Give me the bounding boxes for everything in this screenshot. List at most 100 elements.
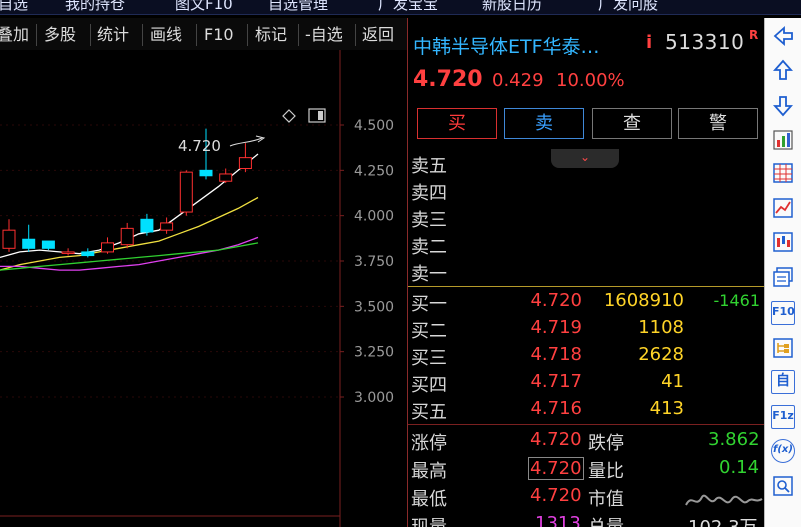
last-price: 4.720 xyxy=(413,67,483,92)
alert-button[interactable]: 警 xyxy=(678,108,758,139)
menu-ipo-calendar[interactable]: 新股日历 xyxy=(482,0,542,14)
kline-chart[interactable]: 4.500 4.250 4.000 3.750 3.500 3.250 3.000 4.72… xyxy=(0,50,407,527)
info-icon[interactable]: i xyxy=(646,32,652,53)
limit-up-value: 4.720 xyxy=(530,429,582,450)
high-label: 最高 xyxy=(411,461,447,482)
bid-volume: 1108 xyxy=(638,317,684,338)
candle[interactable] xyxy=(2,219,16,252)
sell-button[interactable]: 卖 xyxy=(504,108,584,139)
limit-down-label: 跌停 xyxy=(588,433,624,454)
query-button[interactable]: 查 xyxy=(592,108,672,139)
f10-alt-icon[interactable]: F1z xyxy=(771,405,795,429)
toolbar-back-button[interactable]: 返回 xyxy=(362,22,394,48)
menu-ask[interactable]: 广发问股 xyxy=(598,0,658,14)
bid-volume-change: -1461 xyxy=(713,291,761,310)
arrow-left-icon[interactable] xyxy=(771,24,795,48)
self-select-icon[interactable]: 自 xyxy=(771,370,795,394)
chart-bars-icon[interactable] xyxy=(771,128,795,152)
y-tick-label: 3.750 xyxy=(354,254,394,270)
y-tick-label: 4.000 xyxy=(354,209,394,225)
bid-price: 4.717 xyxy=(530,371,582,392)
bid-price: 4.716 xyxy=(530,398,582,419)
candle[interactable] xyxy=(101,237,114,254)
candle[interactable] xyxy=(41,240,55,251)
ask-row-2: 卖二 xyxy=(408,231,764,258)
f10-icon[interactable]: F10 xyxy=(771,301,795,325)
y-tick-label: 3.000 xyxy=(354,390,394,406)
menu-self-select[interactable]: 自选 xyxy=(0,0,28,14)
diamond-icon[interactable] xyxy=(282,109,296,123)
toolbar-overlay-button[interactable]: 叠加 xyxy=(0,22,29,48)
y-tick-label: 4.500 xyxy=(354,118,394,134)
toolbar-stats-button[interactable]: 统计 xyxy=(97,22,129,48)
candle-body xyxy=(2,229,16,249)
bid-volume: 2628 xyxy=(638,344,684,365)
toolbar-remove-self-button[interactable]: -自选 xyxy=(305,22,343,48)
bid-row-5[interactable]: 买五 4.716 413 xyxy=(408,396,764,423)
watermark-scribble xyxy=(684,487,764,513)
tree-icon[interactable] xyxy=(771,336,795,360)
cards-icon[interactable] xyxy=(771,265,795,289)
candle-body xyxy=(179,171,193,213)
kline-svg: 4.500 4.250 4.000 3.750 3.500 3.250 3.000 4.72… xyxy=(0,50,394,527)
toolbar-multi-stock-button[interactable]: 多股 xyxy=(44,22,76,48)
candle-body xyxy=(81,251,95,257)
candle-body xyxy=(22,238,36,249)
chart-toolbar: 叠加 多股 统计 画线 F10 标记 -自选 返回 xyxy=(0,18,407,50)
candle[interactable] xyxy=(160,217,174,234)
bid-volume: 413 xyxy=(649,398,684,419)
candle-body xyxy=(61,251,75,254)
candle[interactable] xyxy=(120,222,134,249)
bid-label: 买三 xyxy=(411,348,447,369)
security-code: 513310 xyxy=(665,30,745,54)
table-icon[interactable] xyxy=(771,161,795,185)
top-menu-bar: 自选 我的持仓 图文F10 自选管理 广发宝宝 新股日历 广发问股 xyxy=(0,0,801,15)
menu-baobao[interactable]: 广发宝宝 xyxy=(378,0,438,14)
vol-ratio-label: 量比 xyxy=(588,461,624,482)
candle[interactable] xyxy=(140,213,154,236)
candle[interactable] xyxy=(22,224,36,252)
bid-price: 4.719 xyxy=(530,317,582,338)
bid-row-4[interactable]: 买四 4.717 41 xyxy=(408,369,764,396)
bid-volume: 41 xyxy=(661,371,684,392)
y-tick-label: 3.500 xyxy=(354,299,394,315)
price-change: 0.429 xyxy=(492,70,544,91)
menu-f10[interactable]: 图文F10 xyxy=(175,0,233,14)
toolbar-divider xyxy=(298,24,299,46)
bid-row-1[interactable]: 买一 4.720 1608910 -1461 xyxy=(408,288,764,315)
arrow-up-icon[interactable] xyxy=(771,58,795,82)
bid-price: 4.720 xyxy=(530,290,582,311)
candle-body xyxy=(120,227,134,246)
y-tick-label: 4.250 xyxy=(354,163,394,179)
buy-button[interactable]: 买 xyxy=(417,108,497,139)
bid-row-2[interactable]: 买二 4.719 1108 xyxy=(408,315,764,342)
price-annotation-label: 4.720 xyxy=(178,137,221,155)
candle[interactable] xyxy=(81,248,95,258)
candle-body xyxy=(219,173,233,182)
menu-holdings[interactable]: 我的持仓 xyxy=(65,0,125,14)
toolbar-divider xyxy=(355,24,356,46)
search-icon[interactable] xyxy=(771,474,795,498)
formula-icon[interactable]: f(x) xyxy=(771,439,795,463)
candle-body xyxy=(101,242,114,253)
menu-self-manage[interactable]: 自选管理 xyxy=(268,0,328,14)
line-chart-icon[interactable] xyxy=(771,196,795,220)
limit-up-label: 涨停 xyxy=(411,433,447,454)
toolbar-f10-button[interactable]: F10 xyxy=(204,22,234,48)
candle[interactable] xyxy=(179,170,193,216)
candle[interactable] xyxy=(61,248,75,256)
arrow-down-icon[interactable] xyxy=(771,94,795,118)
ask-row-3: 卖三 xyxy=(408,204,764,231)
quote-panel: 中韩半导体ETF华泰… i 513310 R 4.720 0.429 10.00… xyxy=(408,18,764,527)
security-name[interactable]: 中韩半导体ETF华泰… xyxy=(413,32,600,59)
bid-label: 买四 xyxy=(411,375,447,396)
toolbar-mark-button[interactable]: 标记 xyxy=(255,22,287,48)
toolbar-divider xyxy=(196,24,197,46)
candlestick-icon[interactable] xyxy=(771,230,795,254)
toolbar-draw-button[interactable]: 画线 xyxy=(150,22,182,48)
bid-label: 买二 xyxy=(411,321,447,342)
bid-row-3[interactable]: 买三 4.718 2628 xyxy=(408,342,764,369)
spread-divider xyxy=(408,286,764,287)
ask-label: 卖五 xyxy=(411,156,447,177)
candle[interactable] xyxy=(238,143,252,173)
